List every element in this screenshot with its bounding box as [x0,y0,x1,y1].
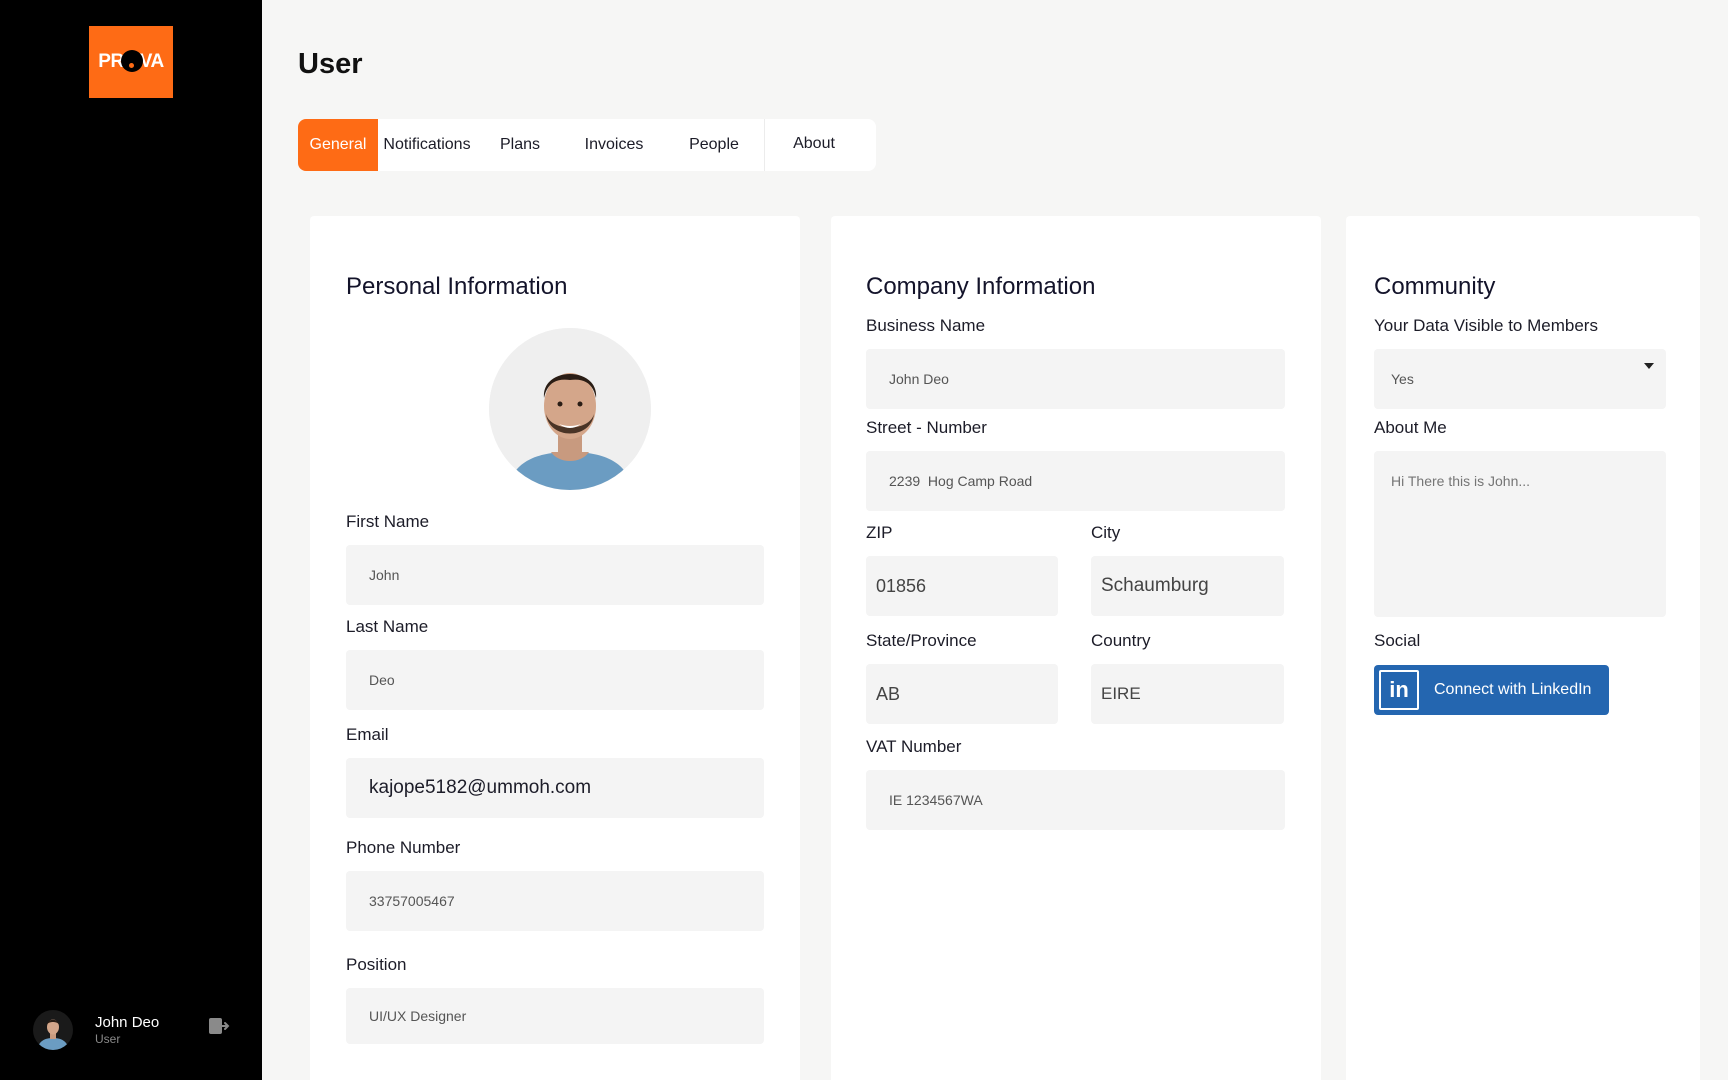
tab-general[interactable]: General [298,119,378,171]
business-name-label: Business Name [866,316,986,335]
zip-input[interactable] [866,556,1058,616]
logo-o-icon [120,49,143,72]
tab-people[interactable]: People [664,119,764,171]
country-input[interactable] [1091,664,1284,724]
vat-input[interactable] [866,770,1285,830]
city-label: City [1091,523,1121,542]
position-label: Position [346,955,407,974]
about-me-textarea[interactable] [1374,451,1666,617]
street-input[interactable] [866,451,1285,511]
zip-label: ZIP [866,523,893,542]
sidebar-user-name: John Deo [95,1014,160,1031]
last-name-input[interactable] [346,650,764,710]
state-input[interactable] [866,664,1058,724]
about-me-label: About Me [1374,418,1447,437]
city-input[interactable] [1091,556,1284,616]
first-name-label: First Name [346,512,430,531]
tab-plans[interactable]: Plans [476,119,564,171]
street-label: Street - Number [866,418,987,437]
state-label: State/Province [866,631,977,650]
tab-notifications[interactable]: Notifications [378,119,476,171]
logout-icon[interactable] [208,1016,230,1036]
email-label: Email [346,725,389,744]
last-name-label: Last Name [346,617,429,636]
profile-avatar[interactable] [489,328,651,490]
phone-label: Phone Number [346,838,461,857]
country-label: Country [1091,631,1151,650]
phone-input[interactable] [346,871,764,931]
avatar [33,1010,73,1050]
personal-info-title: Personal Information [346,273,568,300]
proova-logo[interactable]: PR VA [89,26,173,98]
tab-bar: General Notifications Plans Invoices Peo… [298,119,876,171]
connect-linkedin-label: Connect with LinkedIn [1434,681,1592,698]
business-name-input[interactable] [866,349,1285,409]
vat-label: VAT Number [866,737,962,756]
page-title: User [298,48,363,80]
connect-linkedin-button[interactable]: in Connect with LinkedIn [1374,665,1609,715]
tab-about[interactable]: About [765,117,863,171]
social-label: Social [1374,631,1421,650]
data-visible-label: Your Data Visible to Members [1374,316,1598,335]
email-input[interactable] [346,758,764,818]
tab-invoices[interactable]: Invoices [564,119,664,171]
logo-text: PR VA [98,49,164,72]
sidebar-user-role: User [95,1032,121,1046]
first-name-input[interactable] [346,545,764,605]
position-input[interactable] [346,988,764,1044]
company-info-title: Company Information [866,273,1096,300]
community-title: Community [1374,273,1496,300]
data-visible-select[interactable] [1374,349,1666,409]
data-visible-value[interactable] [1374,349,1666,409]
chevron-down-icon [1644,363,1654,369]
sidebar: PR VA John Deo User [0,0,262,1080]
sidebar-user[interactable]: John Deo User [33,1010,159,1050]
linkedin-icon: in [1379,670,1419,710]
